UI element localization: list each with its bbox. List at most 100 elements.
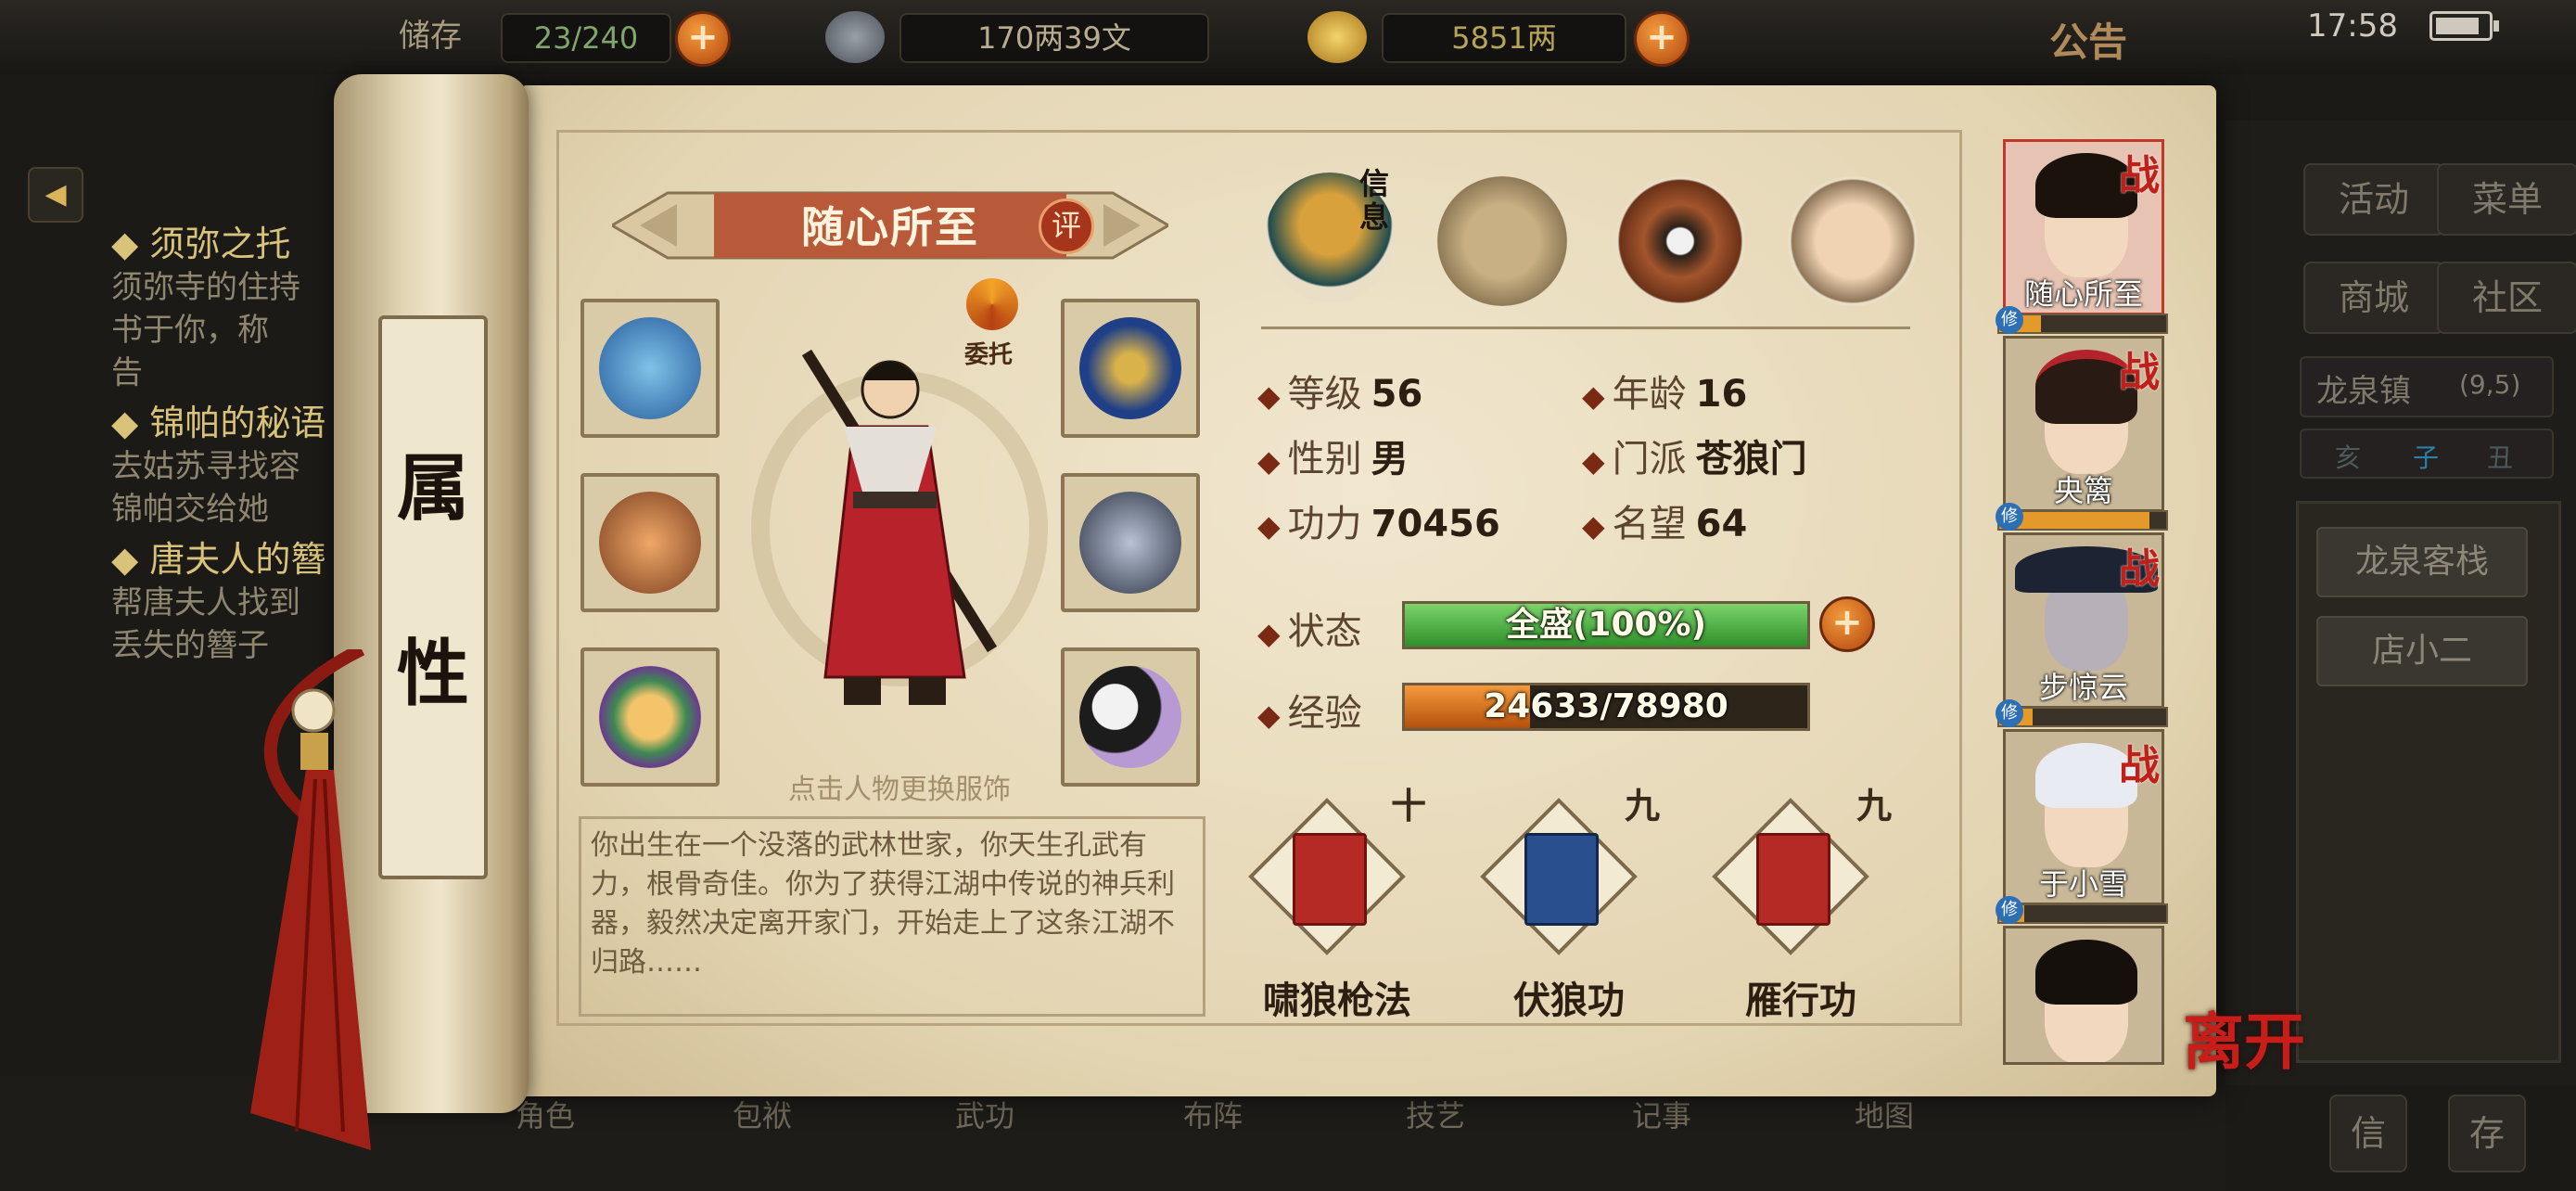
diamond-icon: ◆ xyxy=(1582,508,1605,544)
nav-map[interactable]: 地图 xyxy=(1855,1093,1914,1135)
status-bar: 全盛(100%) xyxy=(1402,601,1810,649)
gold-ingot-icon xyxy=(1307,11,1367,63)
location-name: 龙泉镇 xyxy=(2316,373,2411,410)
muscle-body-icon[interactable] xyxy=(1788,176,1918,306)
party-member-card[interactable]: 战 央篱 xyxy=(2003,336,2164,512)
nav-journal[interactable]: 记事 xyxy=(1632,1093,1691,1135)
npc-label: 店小二 xyxy=(2371,632,2472,670)
nav-bag[interactable]: 包袱 xyxy=(733,1093,792,1135)
party-member-card[interactable] xyxy=(2003,926,2164,1065)
quest-title: 须弥之托 xyxy=(149,224,291,264)
notice-button[interactable]: 公告 xyxy=(2049,11,2127,68)
party-member-card[interactable]: 战 步惊云 xyxy=(2003,532,2164,709)
party-member-name: 于小雪 xyxy=(2038,866,2128,902)
skill-name: 伏狼功 xyxy=(1513,980,1625,1022)
equip-slot-weapon[interactable] xyxy=(580,473,720,612)
yinyang-fish-icon xyxy=(1079,666,1181,768)
nav-skills[interactable]: 技艺 xyxy=(1406,1093,1465,1135)
stat-label: 名望 xyxy=(1612,503,1687,545)
mail-button[interactable]: 信 xyxy=(2329,1095,2407,1172)
character-avatar[interactable] xyxy=(751,343,1048,751)
character-name: 随心所至 xyxy=(801,202,979,252)
exp-text: 24633/78980 xyxy=(1484,687,1728,725)
blue-book-icon xyxy=(1524,833,1599,926)
shop-button[interactable]: 商城 xyxy=(2303,262,2444,334)
place-button[interactable]: 龙泉客栈 xyxy=(2316,527,2528,597)
quest-desc-line: 告 xyxy=(111,354,143,391)
rate-button[interactable]: 评 xyxy=(1039,198,1094,254)
menu-button[interactable]: 菜单 xyxy=(2437,163,2576,236)
stat-value: 64 xyxy=(1695,503,1748,545)
equip-slot-collar[interactable] xyxy=(1061,299,1200,438)
cultivation-icon: 修 xyxy=(1996,503,2023,531)
equip-slot-accessory[interactable] xyxy=(1061,647,1200,787)
diamond-icon: ◆ xyxy=(1257,616,1281,651)
tassel-icon xyxy=(250,649,371,1150)
stat-gender: ◆ 性别男 xyxy=(1257,429,1409,482)
stat-level: ◆ 等级 56 xyxy=(1257,364,1422,417)
tab-label-char: 属 xyxy=(396,446,469,531)
save-button[interactable]: 存 xyxy=(2448,1095,2526,1172)
storage-label: 储存 xyxy=(399,18,462,55)
quest-desc-line: 锦帕交给她 xyxy=(111,491,269,528)
time-branch: 丑 xyxy=(2487,442,2514,473)
quest-item[interactable]: ◆ 唐夫人的簪 帮唐夫人找到 丢失的簪子 xyxy=(111,531,352,667)
npc-button[interactable]: 店小二 xyxy=(2316,616,2528,686)
stat-value: 70456 xyxy=(1371,503,1500,545)
party-member-card[interactable]: 战 于小雪 xyxy=(2003,729,2164,905)
collapse-arrow-icon[interactable]: ◀ xyxy=(28,167,83,223)
party-member-card[interactable]: 战 随心所至 xyxy=(2003,139,2164,315)
quest-title: 唐夫人的簪 xyxy=(149,539,326,580)
gauntlet-icon xyxy=(599,317,701,419)
community-button[interactable]: 社区 xyxy=(2437,262,2576,334)
stat-label: 经验 xyxy=(1287,692,1362,735)
cultivation-bar: 修 xyxy=(1996,503,2168,531)
quest-list: ◆ 须弥之托 须弥寺的住持 书于你，称 告 ◆ 锦帕的秘语 去姑苏寻找容 锦帕交… xyxy=(111,215,352,667)
quest-item[interactable]: ◆ 须弥之托 须弥寺的住持 书于你，称 告 xyxy=(111,215,352,394)
restore-status-button[interactable]: + xyxy=(1819,596,1875,652)
leave-button[interactable]: 离开 xyxy=(2183,992,2305,1082)
stat-value: 56 xyxy=(1371,373,1423,416)
diamond-icon: ◆ xyxy=(1582,443,1605,479)
diamond-icon: ◆ xyxy=(1257,443,1281,479)
time-branch-current: 子 xyxy=(2413,442,2440,473)
character-description: 你出生在一个没落的武林世家，你天生孔武有力，根骨奇佳。你为了获得江湖中传说的神兵… xyxy=(579,816,1205,1017)
skill-slot[interactable] xyxy=(1712,798,1869,955)
equip-slot-armor[interactable] xyxy=(1061,473,1200,612)
bagua-icon[interactable] xyxy=(1615,176,1745,306)
cultivation-bar: 修 xyxy=(1996,306,2168,334)
change-outfit-hint: 点击人物更换服饰 xyxy=(788,774,1011,806)
stat-label: 功力 xyxy=(1287,503,1362,545)
add-gold-button[interactable]: + xyxy=(1634,11,1690,67)
skill-slot[interactable] xyxy=(1248,798,1406,955)
battle-tag: 战 xyxy=(2119,545,2160,593)
nav-martial[interactable]: 武功 xyxy=(955,1093,1014,1135)
activity-button[interactable]: 活动 xyxy=(2303,163,2444,236)
battle-tag: 战 xyxy=(2119,349,2160,396)
stats-divider xyxy=(1261,327,1910,329)
staff-icon xyxy=(599,492,701,594)
stat-status-label: ◆ 状态 xyxy=(1257,601,1362,655)
diamond-icon: ◆ xyxy=(1257,378,1281,414)
skill-slot[interactable] xyxy=(1480,798,1638,955)
equip-slot-ring[interactable] xyxy=(580,647,720,787)
diamond-icon: ◆ xyxy=(111,403,150,443)
quest-desc-line: 去姑苏寻找容 xyxy=(111,448,300,485)
stat-exp-label: ◆ 经验 xyxy=(1257,683,1362,736)
scroll-map-icon[interactable] xyxy=(1437,176,1567,306)
stat-power: ◆ 功力 70456 xyxy=(1257,493,1500,547)
quest-item[interactable]: ◆ 锦帕的秘语 去姑苏寻找容 锦帕交给她 xyxy=(111,394,352,531)
add-storage-button[interactable]: + xyxy=(675,11,731,67)
quest-desc-line: 书于你，称 xyxy=(111,312,269,349)
diamond-icon: ◆ xyxy=(1257,508,1281,544)
location-bar[interactable]: 龙泉镇 (9,5) xyxy=(2300,356,2554,417)
top-resource-bar: 储存 23/240 + 170两39文 5851两 + 公告 17:58 xyxy=(0,0,2576,74)
stat-label: 状态 xyxy=(1287,610,1362,653)
exp-bar: 24633/78980 xyxy=(1402,683,1810,731)
battle-tag: 战 xyxy=(2119,152,2160,199)
cultivation-icon: 修 xyxy=(1996,896,2023,924)
nav-formation[interactable]: 布阵 xyxy=(1183,1093,1243,1135)
equip-slot-gloves[interactable] xyxy=(580,299,720,438)
status-text: 全盛(100%) xyxy=(1505,606,1707,644)
quest-desc-line: 帮唐夫人找到 xyxy=(111,584,300,621)
